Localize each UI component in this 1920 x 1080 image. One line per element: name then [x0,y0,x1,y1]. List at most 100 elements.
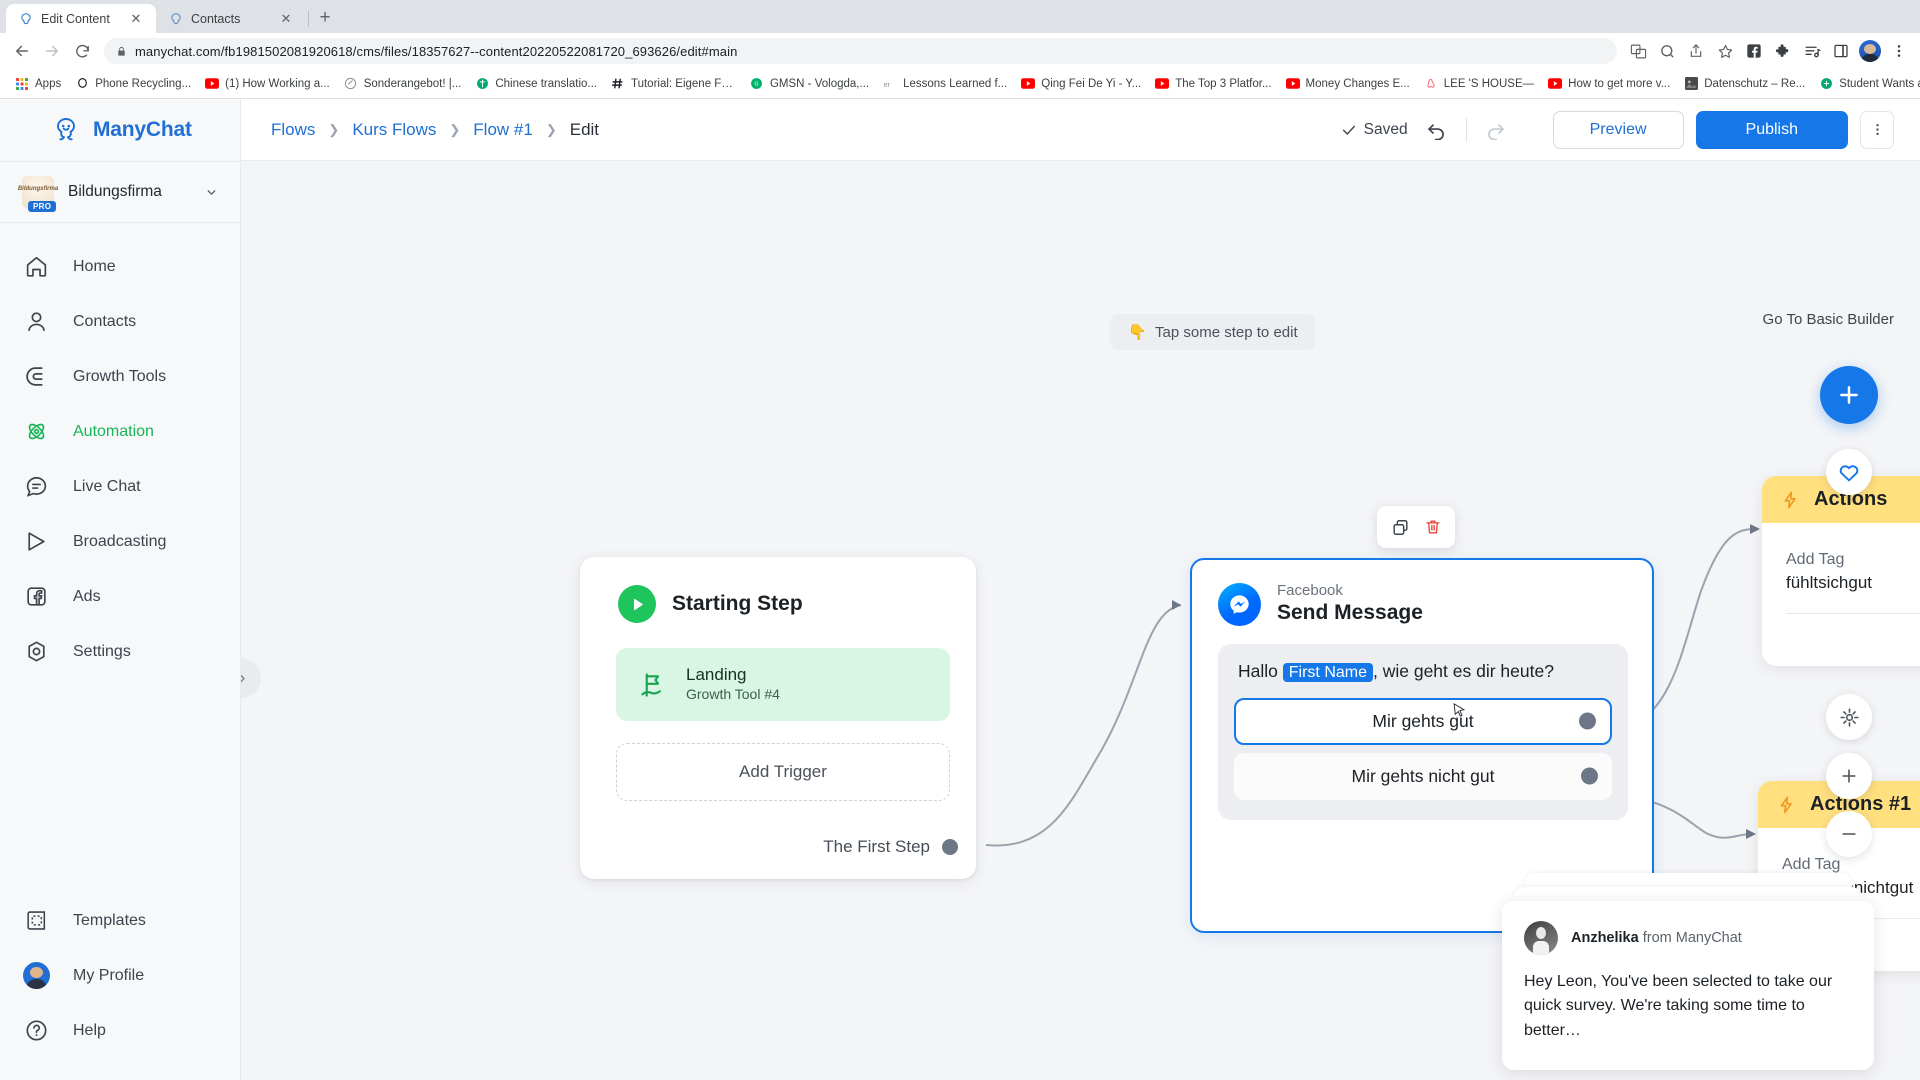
facebook-extension-icon[interactable] [1741,38,1767,64]
sidebar-item-ads[interactable]: Ads [0,569,240,624]
close-icon[interactable]: ✕ [278,11,294,27]
sidebar-item-label: My Profile [73,966,145,984]
sidebar-item-live-chat[interactable]: Live Chat [0,459,240,514]
bookmark-item[interactable]: How to get more v... [1541,74,1677,94]
breadcrumb-flows[interactable]: Flows [271,120,315,140]
chat-widget[interactable]: Anzhelika from ManyChat Hey Leon, You've… [1502,872,1874,1070]
photo-icon [1684,77,1698,91]
youtube-icon [205,77,220,91]
quick-reply-0[interactable]: Mir gehts gut [1234,697,1612,745]
chat-sender: Anzhelika from ManyChat [1524,920,1852,955]
bookmark-item[interactable]: Tutorial: Eigene Fa... [604,74,743,94]
bookmark-item[interactable]: Qing Fei De Yi - Y... [1014,74,1148,94]
zoom-out-button[interactable] [1826,811,1872,857]
sidebar-item-broadcasting[interactable]: Broadcasting [0,514,240,569]
brand-name: ManyChat [93,118,192,141]
bookmark-item[interactable]: Student Wants an... [1812,74,1920,94]
output-label: The First Step [823,837,930,856]
sidebar-item-settings[interactable]: Settings [0,624,240,679]
zoom-in-button[interactable] [1826,753,1872,799]
undo-button[interactable] [1420,113,1454,147]
bookmark-item[interactable]: Money Changes E... [1279,74,1417,94]
trigger-text: Landing Growth Tool #4 [686,665,780,704]
profile-avatar[interactable] [1857,38,1883,64]
bookmark-item[interactable]: Sonderangebot! |... [337,74,469,94]
quick-reply-port[interactable] [1581,767,1598,785]
add-trigger-button[interactable]: Add Trigger [616,743,950,801]
brand-logo[interactable]: ManyChat [0,99,240,161]
breadcrumb-flow-1[interactable]: Flow #1 [473,120,533,140]
close-icon[interactable]: ✕ [128,11,144,27]
sidebar-item-label: Ads [73,587,101,605]
bookmark-item[interactable]: LEE 'S HOUSE— [1417,74,1541,94]
flow-canvas[interactable]: 👇 Tap some step to edit Go To Basic Buil… [241,161,1920,1080]
sidebar-item-templates[interactable]: Templates [0,893,240,948]
chat-sender-name: Anzhelika from ManyChat [1571,930,1742,946]
o2-icon [75,77,89,91]
duplicate-icon[interactable] [1391,518,1410,537]
add-step-button[interactable] [1820,366,1878,424]
go-to-basic-builder-link[interactable]: Go To Basic Builder [1763,311,1894,328]
browser-tab-contacts[interactable]: Contacts ✕ [156,4,306,33]
bookmark-item[interactable]: Datenschutz – Re... [1677,74,1812,94]
messenger-icon [1218,582,1261,626]
sidebar-item-home[interactable]: Home [0,239,240,294]
bookmark-label: Chinese translatio... [495,77,597,90]
chevron-down-icon[interactable] [205,186,218,199]
redo-button[interactable] [1479,113,1513,147]
publish-button[interactable]: Publish [1695,110,1848,149]
sidebar-item-label: Contacts [73,312,137,330]
bookmark-item[interactable]: (1) How Working a... [198,74,337,94]
reading-list-icon[interactable] [1799,38,1825,64]
sidebar-collapse-handle[interactable] [241,658,261,698]
message-bubble[interactable]: Hallo First Name, wie geht es dir heute?… [1218,644,1628,820]
new-tab-button[interactable]: + [311,4,339,32]
chrome-menu-icon[interactable] [1886,38,1912,64]
sidebar-item-growth-tools[interactable]: Growth Tools [0,349,240,404]
bookmark-label: Money Changes E... [1305,77,1410,90]
first-name-variable-chip[interactable]: First Name [1282,663,1373,683]
address-bar[interactable]: manychat.com/fb1981502081920618/cms/file… [104,38,1617,64]
puzzle-extension-icon[interactable] [1770,38,1796,64]
check-icon [1341,122,1357,138]
bookmark-item[interactable]: er Lessons Learned f... [876,74,1014,94]
browser-tab-edit-content[interactable]: Edit Content ✕ [6,4,156,33]
starting-step-output[interactable]: The First Step [823,837,958,857]
forward-icon[interactable] [38,37,66,65]
output-port[interactable] [942,839,958,855]
search-icon[interactable] [1654,38,1680,64]
more-vertical-icon[interactable] [1860,110,1894,149]
sidebar-item-automation[interactable]: Automation [0,404,240,459]
account-logo: Bildungsfirma PRO [18,176,58,212]
reload-icon[interactable] [68,37,96,65]
chat-message-card[interactable]: Anzhelika from ManyChat Hey Leon, You've… [1502,900,1874,1070]
trigger-landing[interactable]: Landing Growth Tool #4 [616,648,950,721]
center-target-icon[interactable] [1826,694,1872,740]
actions-node-0[interactable]: Actions Add Tag fühltsichgut Next Step [1762,476,1920,666]
bookmark-item[interactable]: G GMSN - Vologda,... [743,74,876,94]
starting-step-node[interactable]: Starting Step Landing Growth Tool #4 Add… [580,557,976,879]
heart-icon[interactable] [1826,449,1872,495]
quick-reply-label: Mir gehts nicht gut [1351,765,1495,786]
bookmark-item[interactable]: Chinese translatio... [468,74,604,94]
tab-strip: Edit Content ✕ Contacts ✕ + [0,0,1920,33]
sidebar-item-help[interactable]: Help [0,1003,240,1058]
breadcrumb-kurs-flows[interactable]: Kurs Flows [352,120,436,140]
bookmark-item[interactable]: The Top 3 Platfor... [1148,74,1278,94]
bookmark-star-icon[interactable] [1712,38,1738,64]
quick-reply-port[interactable] [1579,712,1596,730]
bookmark-item[interactable]: Phone Recycling... [68,74,198,94]
side-panel-icon[interactable] [1828,38,1854,64]
translate-icon[interactable] [1625,38,1651,64]
quick-reply-1[interactable]: Mir gehts nicht gut [1234,752,1612,800]
back-icon[interactable] [8,37,36,65]
trash-icon[interactable] [1424,518,1442,536]
bookmark-label: Tutorial: Eigene Fa... [630,77,736,90]
sidebar-item-contacts[interactable]: Contacts [0,294,240,349]
preview-button[interactable]: Preview [1552,110,1684,149]
bookmark-apps[interactable]: Apps [8,74,68,94]
account-switcher[interactable]: Bildungsfirma PRO Bildungsfirma [0,161,240,223]
send-icon [22,527,51,556]
sidebar-item-my-profile[interactable]: My Profile [0,948,240,1003]
share-icon[interactable] [1683,38,1709,64]
